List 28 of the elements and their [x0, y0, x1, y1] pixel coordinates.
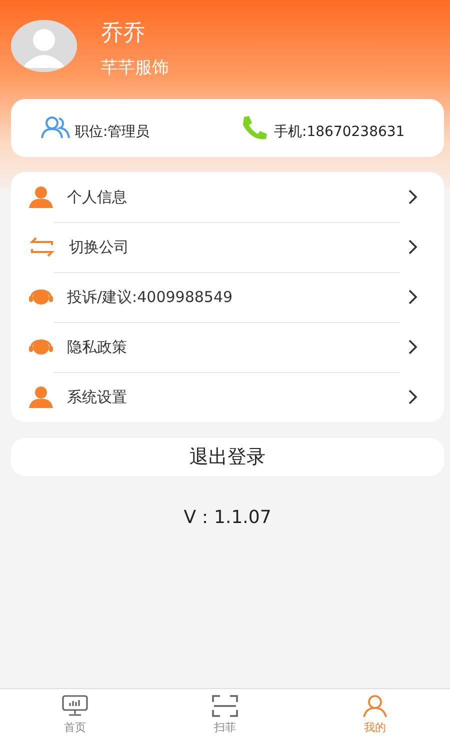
chevron-icon — [408, 339, 418, 355]
menu-item[interactable]: 投诉/建议:4009988549 — [11, 272, 444, 322]
version-text: V：1.1.07 — [184, 507, 272, 528]
chevron-icon — [408, 289, 418, 305]
menu-item[interactable]: 个人信息 — [11, 172, 444, 222]
menu-item[interactable]: 隐私政策 — [11, 322, 444, 372]
swap-icon — [29, 236, 55, 258]
phone-text: 手机:18670238631 — [274, 122, 405, 142]
headset-icon — [29, 339, 53, 355]
chevron-icon — [408, 189, 418, 205]
chevron-icon — [408, 389, 418, 405]
user-icon — [362, 695, 388, 717]
menu-item[interactable]: 切换公司 — [11, 222, 444, 272]
person-icon — [29, 386, 53, 408]
position-text: 职位:管理员 — [75, 122, 150, 142]
people-icon — [40, 116, 71, 140]
logout-button[interactable]: 退出登录 — [11, 438, 444, 476]
user-name: 乔乔 — [101, 21, 146, 47]
chevron-icon — [408, 239, 418, 255]
person-icon — [29, 186, 53, 208]
scan-icon — [212, 695, 238, 717]
company-name: 芊芊服饰 — [101, 57, 169, 80]
phone-icon — [240, 115, 270, 141]
tab[interactable]: 扫菲 — [150, 689, 300, 748]
monitor-icon — [62, 695, 88, 717]
menu-item[interactable]: 系统设置 — [11, 372, 444, 422]
tab[interactable]: 首页 — [0, 689, 150, 748]
headset-icon — [29, 289, 53, 305]
